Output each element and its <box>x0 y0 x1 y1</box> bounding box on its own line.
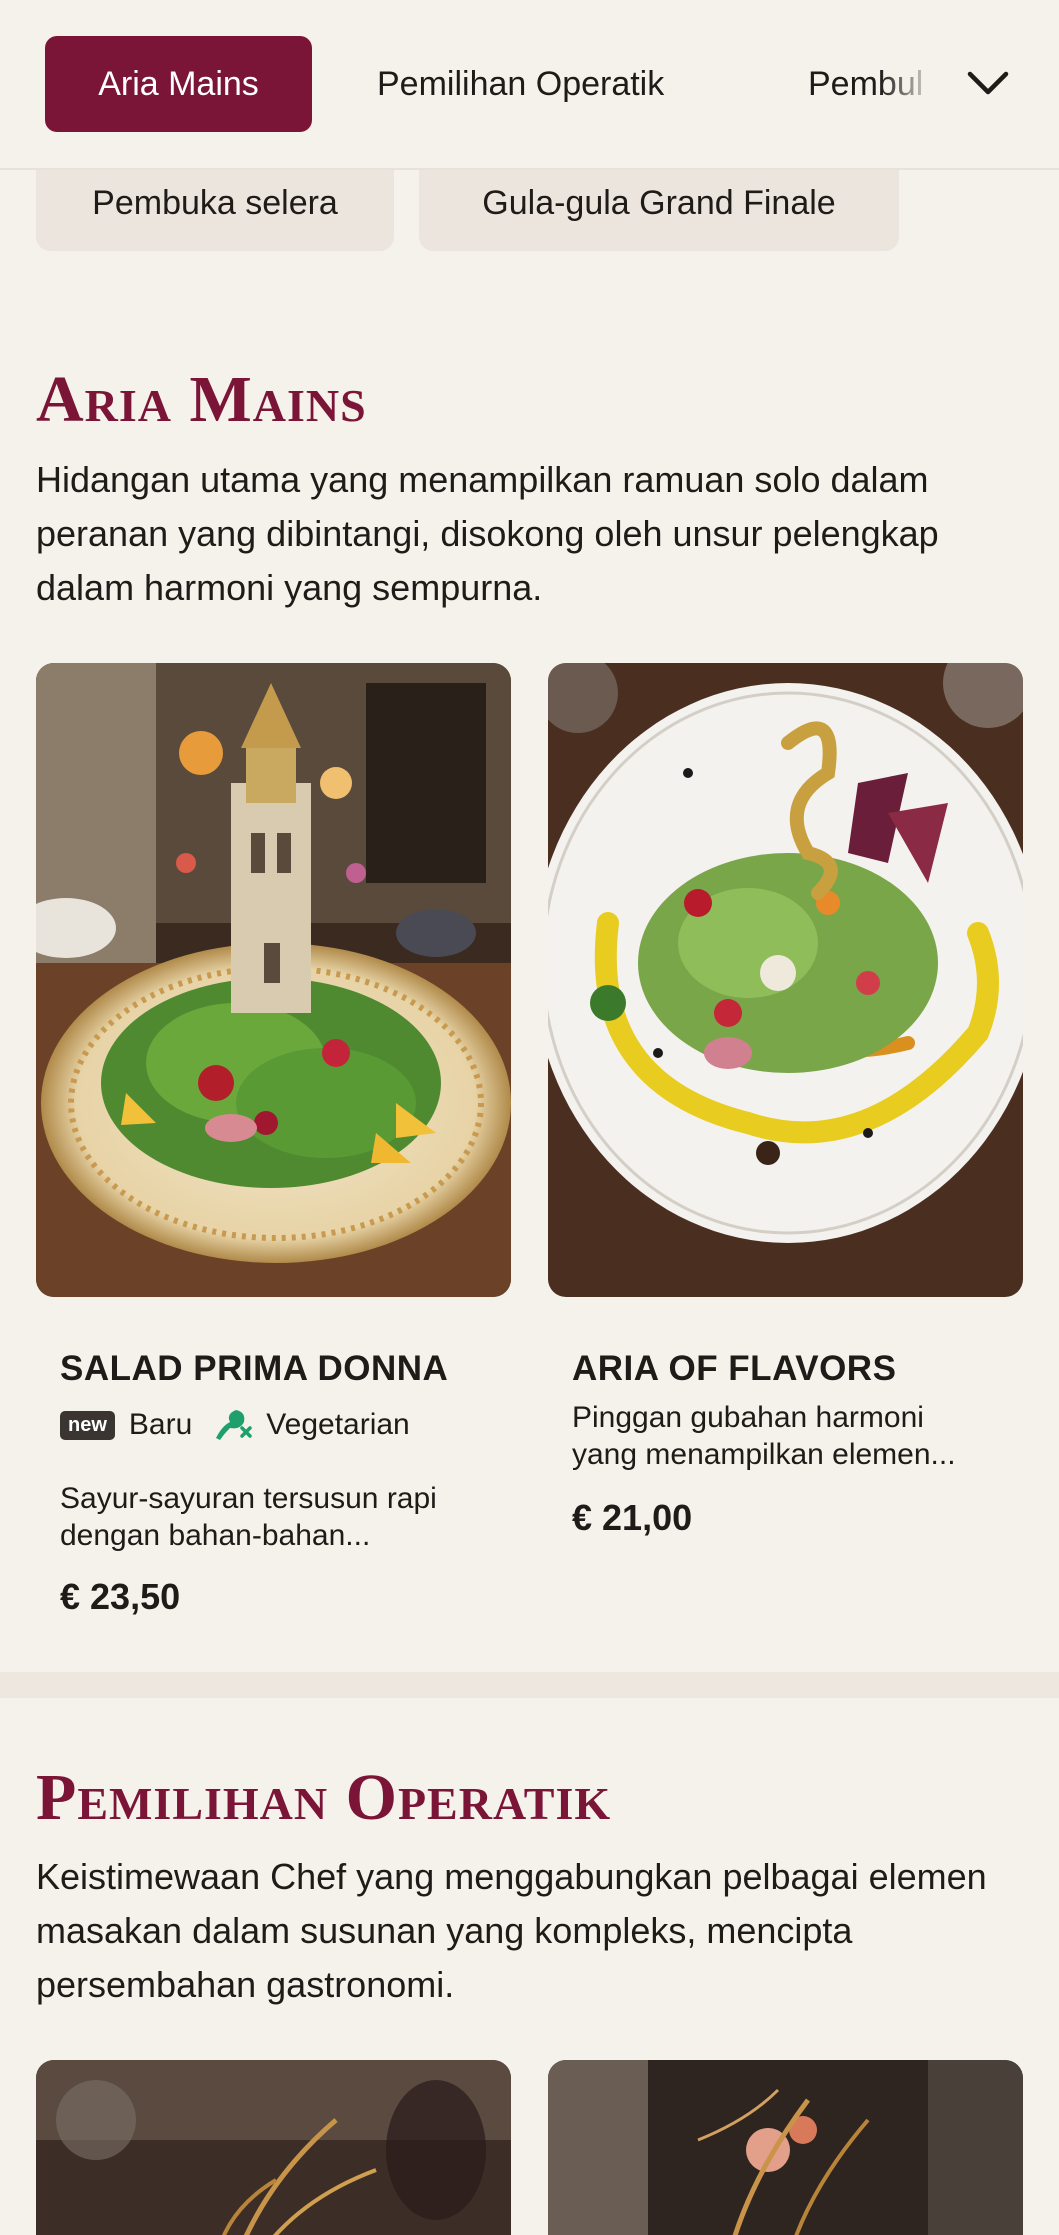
dish-name-salad-prima-donna[interactable]: SALAD PRIMA DONNA <box>60 1349 448 1389</box>
new-badge-icon: new <box>60 1410 115 1440</box>
section-description-aria-mains: Hidangan utama yang menampilkan ramuan s… <box>36 459 939 608</box>
vegetarian-icon <box>212 1408 254 1442</box>
section-title-aria-mains: Aria Mains <box>36 363 367 436</box>
more-categories-button[interactable] <box>960 55 1016 111</box>
chevron-down-icon <box>967 71 1009 95</box>
dish-photo-aria-of-flavors[interactable] <box>548 663 1023 1297</box>
dish-photo-salad-prima-donna[interactable] <box>36 663 511 1297</box>
dish-photo-operatic-2[interactable] <box>548 2060 1023 2235</box>
tab-fade-overlay <box>880 36 950 132</box>
tab-pemilihan-operatik[interactable]: Pemilihan Operatik <box>377 36 664 132</box>
tag-label-vegetarian: Vegetarian <box>266 1408 410 1441</box>
section-divider <box>0 1672 1059 1698</box>
tab-aria-mains[interactable]: Aria Mains <box>45 36 312 132</box>
section-description-pemilihan-operatik: Keistimewaan Chef yang menggabungkan pel… <box>36 1856 987 2005</box>
section-title-pemilihan-operatik: Pemilihan Operatik <box>36 1761 612 1834</box>
category-nav: Aria Mains Pemilihan Operatik Pembul <box>0 0 1059 170</box>
dish-description-aria-of-flavors: Pinggan gubahan harmoni yang menampilkan… <box>572 1401 956 1471</box>
dish-name-aria-of-flavors[interactable]: ARIA OF FLAVORS <box>572 1349 896 1389</box>
dish-tags: new Baru Vegetarian <box>60 1408 410 1442</box>
dish-price-aria-of-flavors: € 21,00 <box>572 1497 693 1538</box>
dish-description-salad-prima-donna: Sayur-sayuran tersusun rapi dengan bahan… <box>60 1482 437 1552</box>
dish-photo-operatic-1[interactable] <box>36 2060 511 2235</box>
tag-label-new: Baru <box>128 1408 193 1441</box>
dish-price-salad-prima-donna: € 23,50 <box>60 1576 181 1617</box>
